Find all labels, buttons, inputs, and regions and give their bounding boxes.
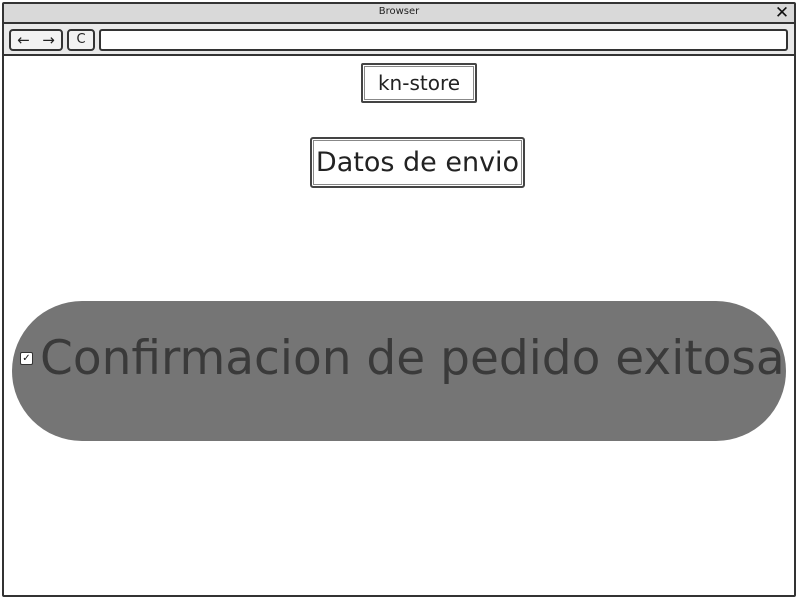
browser-toolbar: ← → C <box>4 24 794 56</box>
reload-icon[interactable]: C <box>67 29 95 51</box>
checkbox-icon[interactable]: ✓ <box>20 352 33 365</box>
navigation-buttons: ← → <box>9 29 63 51</box>
shipping-data-button[interactable]: Datos de envio <box>310 137 525 188</box>
confirmation-message: Confirmacion de pedido exitosa <box>40 331 785 386</box>
back-arrow-icon[interactable]: ← <box>17 31 30 49</box>
forward-arrow-icon[interactable]: → <box>42 31 55 49</box>
close-icon[interactable]: ✕ <box>774 4 790 22</box>
window-title: Browser <box>378 6 420 17</box>
store-name-label: kn-store <box>361 63 477 103</box>
address-bar[interactable] <box>99 29 788 51</box>
title-bar: Browser ✕ <box>4 4 794 24</box>
browser-window: Browser ✕ ← → C kn-store Datos de envio … <box>2 2 796 597</box>
order-confirmation-banner: ✓ Confirmacion de pedido exitosa <box>12 301 786 441</box>
page-content: kn-store Datos de envio ✓ Confirmacion d… <box>4 56 794 595</box>
